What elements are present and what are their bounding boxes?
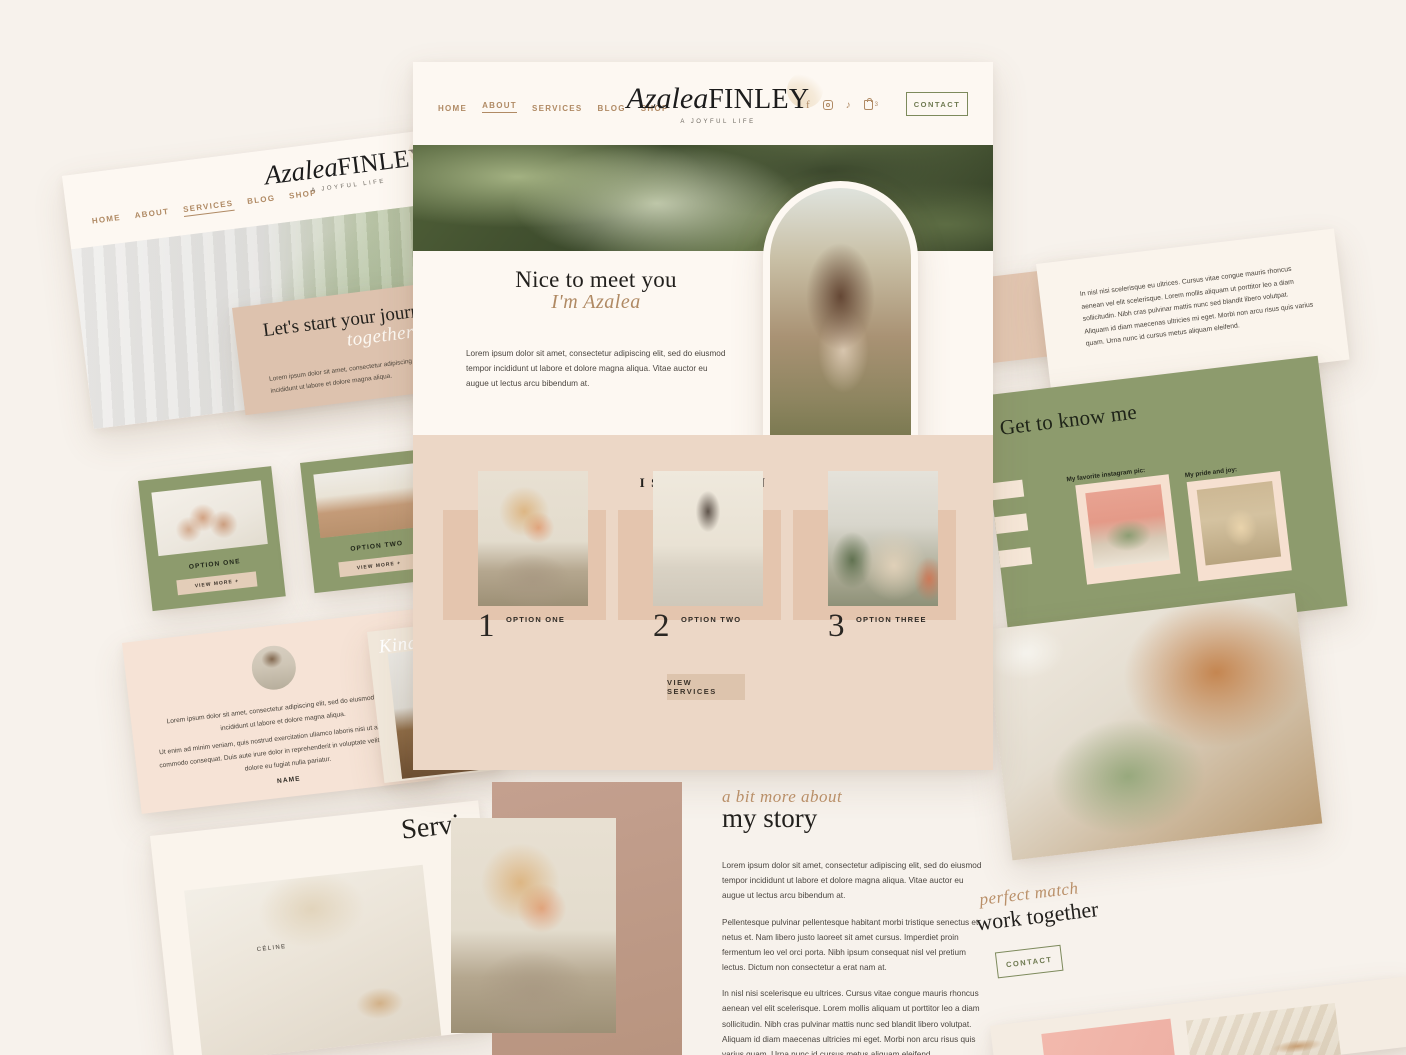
tiktok-icon[interactable]: ♪	[846, 100, 851, 111]
story-paragraph-3: In nisl nisi scelerisque eu ultrices. Cu…	[722, 989, 980, 1055]
specialise-number-one: 1	[478, 608, 495, 644]
specialise-photo-two	[653, 471, 763, 606]
testimonial-avatar	[249, 643, 299, 693]
specialise-number-three: 3	[828, 608, 845, 644]
instagram-pic-photo	[1085, 484, 1170, 569]
back-nav-item-services[interactable]: SERVICES	[182, 198, 235, 218]
intro-block: Nice to meet you I'm Azalea Lorem ipsum …	[466, 267, 726, 392]
specialise-photo-one	[478, 471, 588, 606]
panel-notch-3	[996, 547, 1033, 569]
story-photo	[451, 818, 616, 1033]
nav-item-services[interactable]: SERVICES	[532, 104, 583, 113]
story-paragraph-2: Pellentesque pulvinar pellentesque habit…	[722, 917, 979, 973]
peek-desk-photo	[1185, 1003, 1341, 1055]
bottom-right-peek-card	[990, 976, 1406, 1055]
intro-script: I'm Azalea	[551, 291, 641, 313]
intro-heading: Nice to meet you	[515, 267, 677, 292]
right-text-paragraph: In nisl nisi scelerisque eu ultrices. Cu…	[1079, 265, 1314, 348]
facebook-icon[interactable]: f	[806, 99, 810, 111]
my-story-section: a bit more about my story Lorem ipsum do…	[440, 782, 995, 1055]
bottom-left-celine-photo: CÉLINE	[184, 864, 443, 1055]
nav-item-about[interactable]: ABOUT	[482, 101, 517, 113]
peek-pink-photo	[1041, 1018, 1178, 1055]
back-nav-item-about[interactable]: ABOUT	[134, 207, 170, 223]
logo-tagline: A JOYFUL LIFE	[680, 119, 756, 125]
header-contact-button[interactable]: CONTACT	[906, 92, 968, 116]
option-one-view-more-button[interactable]: VIEW MORE +	[176, 571, 258, 596]
panel-notch-1	[988, 479, 1025, 501]
back-nav-item-home[interactable]: HOME	[91, 213, 121, 229]
flatlay-hat-photo	[985, 593, 1323, 861]
main-page-header: HOME ABOUT SERVICES BLOG SHOP AzaleaFINL…	[413, 62, 993, 145]
celine-magazine-label: CÉLINE	[256, 943, 287, 954]
main-about-page: HOME ABOUT SERVICES BLOG SHOP AzaleaFINL…	[413, 62, 993, 770]
specialise-label-one: OPTION ONE	[506, 615, 566, 624]
logo-roman: FINLEY	[708, 84, 810, 115]
shopping-bag-icon[interactable]: 3	[863, 97, 878, 110]
specialise-label-three: OPTION THREE	[856, 615, 927, 624]
main-logo[interactable]: AzaleaFINLEY A JOYFUL LIFE	[618, 72, 824, 125]
specialise-number-two: 2	[653, 608, 670, 644]
pride-and-joy-photo	[1196, 481, 1282, 566]
instagram-pic-frame	[1075, 474, 1181, 585]
instagram-icon[interactable]	[822, 100, 833, 110]
specialise-section: I SPECIALISE IN 1 OPTION ONE 2 OPTION TW…	[413, 435, 993, 770]
footer-cta-block: perfect match work together CONTACT	[962, 852, 1273, 997]
option-one-label: OPTION ONE	[188, 558, 241, 571]
specialise-label-two: OPTION TWO	[681, 615, 742, 624]
pride-and-joy-frame	[1186, 471, 1292, 582]
story-paragraph-1: Lorem ipsum dolor sit amet, consectetur …	[722, 861, 982, 901]
option-card-one[interactable]: OPTION ONE VIEW MORE +	[138, 466, 286, 612]
story-text-block: a bit more about my story Lorem ipsum do…	[722, 787, 982, 1055]
specialise-photo-three	[828, 471, 938, 606]
nav-item-home[interactable]: HOME	[438, 104, 467, 113]
footer-contact-button[interactable]: CONTACT	[994, 944, 1064, 979]
logo-script: Azalea	[626, 82, 709, 115]
header-social-group[interactable]: f ♪ 3	[806, 97, 878, 111]
get-to-know-me-heading: Get to know me	[998, 399, 1139, 440]
portrait-arch-frame	[763, 181, 918, 466]
intro-paragraph: Lorem ipsum dolor sit amet, consectetur …	[466, 349, 726, 389]
back-logo-script: Azalea	[262, 151, 340, 191]
cart-count: 3	[874, 102, 878, 108]
story-heading: my story	[722, 803, 818, 833]
option-one-photo	[151, 480, 268, 557]
portrait-photo	[770, 188, 911, 459]
option-two-view-more-button[interactable]: VIEW MORE +	[338, 553, 420, 578]
view-services-button[interactable]: VIEW SERVICES	[667, 674, 745, 700]
mockup-stage: HOME ABOUT SERVICES BLOG SHOP AzaleaFINL…	[0, 0, 1406, 1055]
panel-notch-2	[992, 513, 1029, 535]
